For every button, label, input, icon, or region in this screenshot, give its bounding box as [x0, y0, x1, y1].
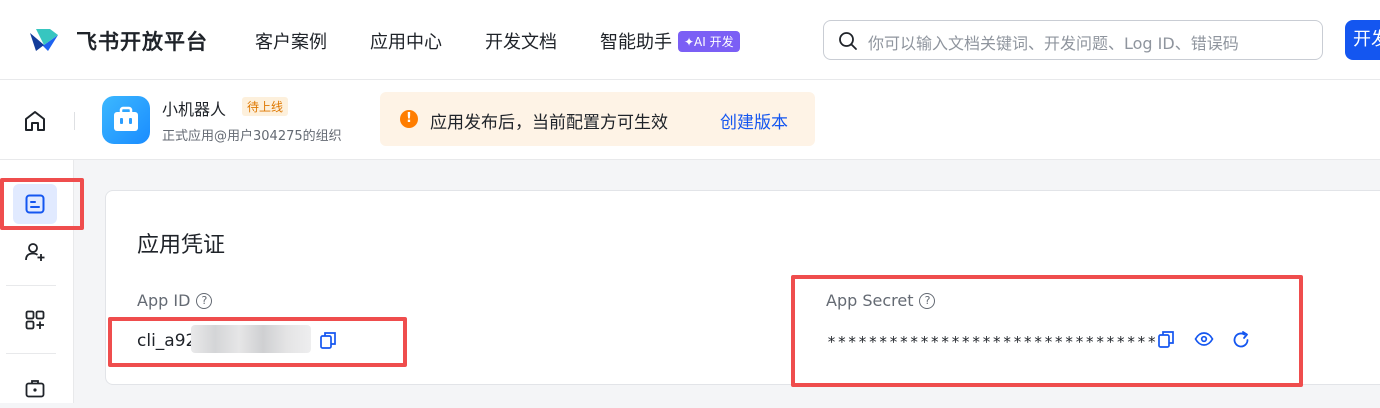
add-member-icon	[25, 243, 45, 261]
home-icon[interactable]	[22, 108, 48, 138]
search-placeholder: 你可以输入文档关键词、开发问题、Log ID、错误码	[868, 34, 1239, 53]
feishu-logo-icon	[28, 27, 64, 55]
brand-name: 飞书开放平台	[76, 30, 208, 54]
app-id-label-row: App ID ?	[137, 291, 213, 310]
rail-divider	[6, 353, 56, 354]
help-icon[interactable]: ?	[196, 292, 213, 309]
apps-add-icon	[25, 310, 45, 330]
app-name: 小机器人	[162, 100, 227, 119]
rail-item-features[interactable]	[13, 300, 57, 340]
warning-icon: !	[400, 110, 418, 128]
nav-smart-assistant[interactable]: 智能助手 ✦AI 开发	[600, 28, 740, 54]
rail-divider	[6, 285, 56, 286]
rail-item-members[interactable]	[13, 232, 57, 272]
app-organization: 正式应用@用户304275的组织	[162, 129, 342, 144]
card-title: 应用凭证	[137, 233, 226, 258]
nav-smart-assistant-label: 智能助手	[600, 32, 672, 53]
divider	[74, 112, 75, 130]
publish-notice: ! 应用发布后，当前配置方可生效 创建版本	[380, 92, 815, 146]
toolbox-icon	[25, 380, 45, 398]
briefcase-icon	[114, 106, 138, 131]
app-avatar	[102, 96, 150, 144]
brand-logo[interactable]: 飞书开放平台	[28, 26, 208, 56]
nav-dev-docs[interactable]: 开发文档	[485, 28, 557, 54]
create-version-link[interactable]: 创建版本	[720, 108, 788, 133]
app-header: 小机器人 待上线 正式应用@用户304275的组织 ! 应用发布后，当前配置方可…	[0, 80, 1380, 160]
top-navigation: 飞书开放平台 客户案例 应用中心 开发文档 智能助手 ✦AI 开发 你可以输入文档…	[0, 0, 1380, 80]
nav-customer-cases[interactable]: 客户案例	[255, 28, 327, 54]
search-icon	[838, 31, 858, 55]
notice-text: 应用发布后，当前配置方可生效	[430, 113, 668, 133]
developer-console-button[interactable]: 开发者后台	[1345, 20, 1380, 60]
highlight-box-credentials-nav	[0, 178, 84, 230]
search-input[interactable]: 你可以输入文档关键词、开发问题、Log ID、错误码	[823, 20, 1323, 60]
highlight-box-app-id	[108, 317, 407, 367]
app-id-label: App ID	[137, 291, 191, 310]
rail-item-tools[interactable]	[13, 368, 57, 408]
status-badge: 待上线	[242, 97, 289, 116]
nav-app-center[interactable]: 应用中心	[370, 28, 442, 54]
ai-dev-badge: ✦AI 开发	[678, 31, 740, 52]
highlight-box-app-secret	[791, 275, 1303, 387]
